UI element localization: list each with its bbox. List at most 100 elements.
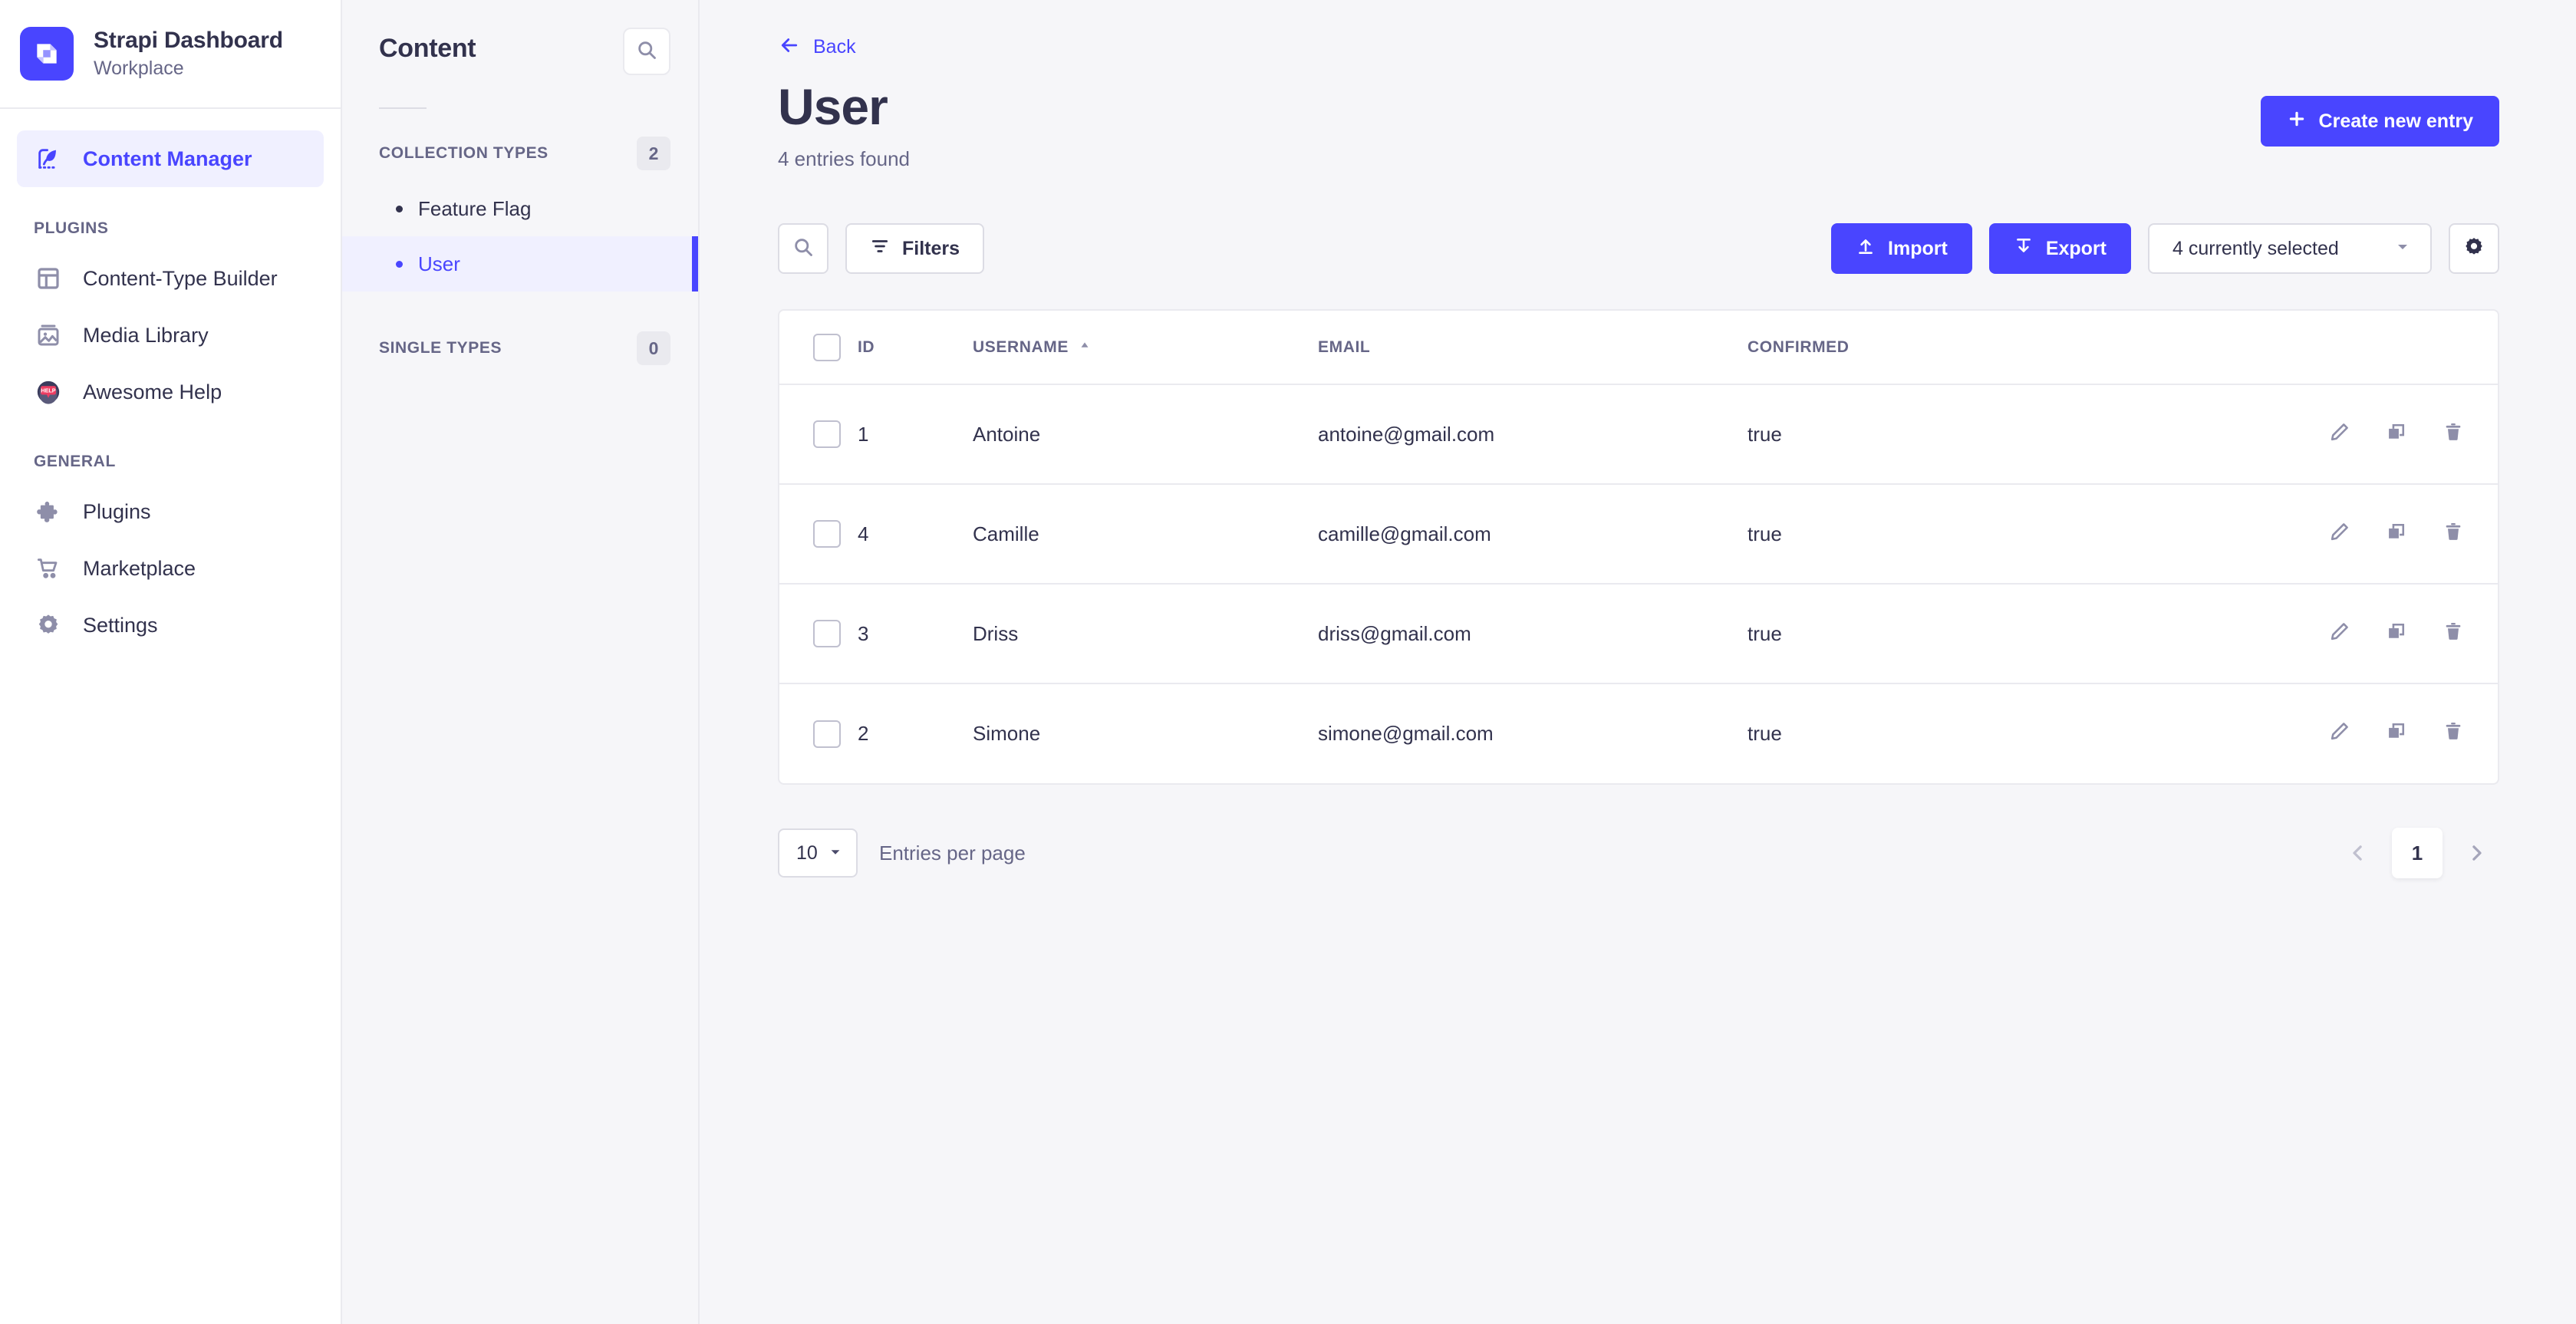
duplicate-icon[interactable] xyxy=(2386,621,2407,642)
sidebar-nav: Content Manager PLUGINS Content-Type Bui… xyxy=(0,109,341,1324)
single-types-label: SINGLE TYPES xyxy=(379,339,502,357)
row-checkbox[interactable] xyxy=(813,720,841,748)
single-types-count: 0 xyxy=(637,331,670,365)
page-header: User 4 entries found Create new entry xyxy=(778,81,2499,171)
row-checkbox[interactable] xyxy=(813,520,841,548)
collection-type-user[interactable]: User xyxy=(342,236,698,291)
create-button-label: Create new entry xyxy=(2319,110,2473,133)
pagination-prev-button[interactable] xyxy=(2335,830,2381,876)
column-header-username[interactable]: USERNAME xyxy=(973,311,1318,384)
column-header-id[interactable]: ID xyxy=(858,311,973,384)
table-header-row: ID USERNAME EMAIL CONFIRMED xyxy=(779,311,2498,384)
sidebar-item-plugins[interactable]: Plugins xyxy=(17,483,324,540)
row-checkbox[interactable] xyxy=(813,420,841,448)
pagination-page-1[interactable]: 1 xyxy=(2392,828,2443,878)
row-checkbox[interactable] xyxy=(813,620,841,647)
export-button[interactable]: Export xyxy=(1989,223,2131,274)
entries-table-card: ID USERNAME EMAIL CONFIRMED xyxy=(778,309,2499,785)
collection-type-label: User xyxy=(418,252,460,276)
cell-username: Driss xyxy=(973,584,1318,683)
export-label: Export xyxy=(2046,238,2107,260)
cell-confirmed: true xyxy=(1748,484,2030,584)
duplicate-icon[interactable] xyxy=(2386,720,2407,742)
cell-email: simone@gmail.com xyxy=(1318,683,1748,783)
sidebar-item-label: Awesome Help xyxy=(83,380,222,404)
column-label-username: USERNAME xyxy=(973,338,1069,357)
table-row[interactable]: 2 Simone simone@gmail.com true xyxy=(779,683,2498,783)
select-all-checkbox[interactable] xyxy=(813,334,841,361)
selection-label: 4 currently selected xyxy=(2172,238,2339,260)
import-label: Import xyxy=(1888,238,1948,260)
plus-icon xyxy=(2287,109,2307,134)
back-link[interactable]: Back xyxy=(778,34,2499,61)
column-header-actions xyxy=(2030,311,2498,384)
delete-icon[interactable] xyxy=(2443,521,2464,542)
sort-ascending-icon[interactable] xyxy=(1078,338,1092,357)
image-icon xyxy=(34,321,63,350)
filters-label: Filters xyxy=(902,238,960,260)
upload-icon xyxy=(1856,236,1876,262)
single-types-header: SINGLE TYPES 0 xyxy=(342,331,698,365)
duplicate-icon[interactable] xyxy=(2386,421,2407,443)
cell-username: Camille xyxy=(973,484,1318,584)
sidebar-item-settings[interactable]: Settings xyxy=(17,597,324,654)
table-row[interactable]: 1 Antoine antoine@gmail.com true xyxy=(779,384,2498,484)
page-title: User xyxy=(778,81,910,133)
sidebar-item-media-library[interactable]: Media Library xyxy=(17,307,324,364)
delete-icon[interactable] xyxy=(2443,421,2464,443)
cell-id: 2 xyxy=(858,683,973,783)
help-badge-icon: HELP xyxy=(34,377,63,407)
cell-username: Simone xyxy=(973,683,1318,783)
pagination-bar: 10 Entries per page 1 xyxy=(778,828,2499,878)
duplicate-icon[interactable] xyxy=(2386,521,2407,542)
cell-email: antoine@gmail.com xyxy=(1318,384,1748,484)
search-icon xyxy=(636,39,657,64)
sidebar-item-content-type-builder[interactable]: Content-Type Builder xyxy=(17,250,324,307)
content-search-button[interactable] xyxy=(623,28,670,75)
back-label: Back xyxy=(813,36,856,58)
sidebar-item-awesome-help[interactable]: HELP Awesome Help xyxy=(17,364,324,420)
per-page-value: 10 xyxy=(796,842,818,865)
entries-per-page-label: Entries per page xyxy=(879,841,1026,865)
bullet-icon xyxy=(396,206,403,212)
row-actions-cell xyxy=(2030,584,2498,683)
cell-id: 4 xyxy=(858,484,973,584)
edit-icon[interactable] xyxy=(2329,621,2350,642)
table-body: 1 Antoine antoine@gmail.com true xyxy=(779,384,2498,783)
pagination-next-button[interactable] xyxy=(2453,830,2499,876)
delete-icon[interactable] xyxy=(2443,621,2464,642)
edit-icon[interactable] xyxy=(2329,421,2350,443)
column-header-email[interactable]: EMAIL xyxy=(1318,311,1748,384)
table-search-button[interactable] xyxy=(778,223,828,274)
selection-dropdown[interactable]: 4 currently selected xyxy=(2148,223,2432,274)
chevron-down-icon xyxy=(828,842,842,865)
shopping-cart-icon xyxy=(34,554,63,583)
chevron-down-icon xyxy=(2395,238,2410,260)
row-select-cell xyxy=(779,584,858,683)
collection-types-label: COLLECTION TYPES xyxy=(379,144,548,163)
sidebar-item-label: Marketplace xyxy=(83,557,196,581)
column-header-confirmed[interactable]: CONFIRMED xyxy=(1748,311,2030,384)
edit-icon[interactable] xyxy=(2329,720,2350,742)
sidebar-item-marketplace[interactable]: Marketplace xyxy=(17,540,324,597)
filters-button[interactable]: Filters xyxy=(845,223,984,274)
panel-divider xyxy=(379,107,427,109)
sidebar-section-plugins: PLUGINS xyxy=(17,219,324,238)
entries-per-page-select[interactable]: 10 xyxy=(778,828,858,878)
table-row[interactable]: 4 Camille camille@gmail.com true xyxy=(779,484,2498,584)
delete-icon[interactable] xyxy=(2443,720,2464,742)
import-button[interactable]: Import xyxy=(1831,223,1972,274)
cell-confirmed: true xyxy=(1748,584,2030,683)
table-row[interactable]: 3 Driss driss@gmail.com true xyxy=(779,584,2498,683)
content-panel-header: Content xyxy=(342,0,698,75)
row-actions-cell xyxy=(2030,484,2498,584)
create-new-entry-button[interactable]: Create new entry xyxy=(2261,96,2499,147)
sidebar-item-label: Content Manager xyxy=(83,147,252,171)
collection-type-feature-flag[interactable]: Feature Flag xyxy=(342,181,698,236)
cell-username: Antoine xyxy=(973,384,1318,484)
table-settings-button[interactable] xyxy=(2449,223,2499,274)
sidebar-item-content-manager[interactable]: Content Manager xyxy=(17,130,324,187)
cell-confirmed: true xyxy=(1748,683,2030,783)
edit-icon[interactable] xyxy=(2329,521,2350,542)
layout-builder-icon xyxy=(34,264,63,293)
